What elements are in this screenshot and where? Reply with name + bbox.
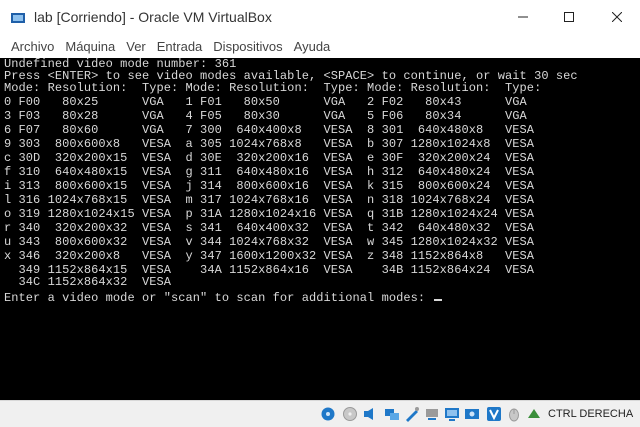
mouse-integration-icon[interactable] bbox=[506, 406, 522, 422]
audio-icon[interactable] bbox=[362, 406, 378, 422]
close-button[interactable] bbox=[594, 0, 640, 34]
console-line: i 313 800x600x15 VESA j 314 800x600x16 V… bbox=[4, 179, 535, 193]
menu-bar: Archivo Máquina Ver Entrada Dispositivos… bbox=[0, 34, 640, 58]
close-icon bbox=[612, 12, 622, 22]
console-line: 34C 1152x864x32 VESA bbox=[4, 275, 172, 289]
menu-maquina[interactable]: Máquina bbox=[65, 39, 115, 54]
console-line: o 319 1280x1024x15 VESA p 31A 1280x1024x… bbox=[4, 207, 535, 221]
maximize-icon bbox=[564, 12, 574, 22]
status-bar: CTRL DERECHA bbox=[0, 400, 640, 427]
menu-dispositivos[interactable]: Dispositivos bbox=[213, 39, 282, 54]
menu-entrada[interactable]: Entrada bbox=[157, 39, 203, 54]
network-icon[interactable] bbox=[384, 406, 400, 422]
host-key-label: CTRL DERECHA bbox=[548, 408, 634, 420]
maximize-button[interactable] bbox=[546, 0, 592, 34]
usb-disk-icon[interactable] bbox=[320, 406, 336, 422]
shared-folders-icon[interactable] bbox=[404, 406, 420, 422]
menu-ayuda[interactable]: Ayuda bbox=[294, 39, 331, 54]
console-line: u 343 800x600x32 VESA v 344 1024x768x32 … bbox=[4, 235, 535, 249]
console-line: c 30D 320x200x15 VESA d 30E 320x200x16 V… bbox=[4, 151, 535, 165]
recording-icon[interactable] bbox=[464, 406, 480, 422]
usb-icon[interactable] bbox=[424, 406, 440, 422]
optical-drive-icon[interactable] bbox=[342, 406, 358, 422]
console-line: f 310 640x480x15 VESA g 311 640x480x16 V… bbox=[4, 165, 535, 179]
console-line: 3 F03 80x28 VGA 4 F05 80x30 VGA 5 F06 80… bbox=[4, 109, 527, 123]
console-line: Mode: Resolution: Type: Mode: Resolution… bbox=[4, 81, 542, 95]
keyboard-icon[interactable] bbox=[526, 406, 542, 422]
display-icon[interactable] bbox=[444, 406, 460, 422]
console-line: 0 F00 80x25 VGA 1 F01 80x50 VGA 2 F02 80… bbox=[4, 95, 527, 109]
window-title: lab [Corriendo] - Oracle VM VirtualBox bbox=[34, 9, 272, 25]
minimize-button[interactable] bbox=[500, 0, 546, 34]
vt-x-icon[interactable] bbox=[486, 406, 502, 422]
console-prompt-text: Enter a video mode or "scan" to scan for… bbox=[4, 291, 433, 305]
console-line: r 340 320x200x32 VESA s 341 640x400x32 V… bbox=[4, 221, 535, 235]
menu-ver[interactable]: Ver bbox=[126, 39, 146, 54]
menu-archivo[interactable]: Archivo bbox=[11, 39, 54, 54]
title-bar: lab [Corriendo] - Oracle VM VirtualBox bbox=[0, 0, 640, 34]
vm-console-screen[interactable]: Undefined video mode number: 361 Press <… bbox=[0, 58, 640, 400]
virtualbox-app-icon bbox=[11, 13, 25, 23]
text-cursor bbox=[434, 299, 443, 301]
console-line: 9 303 800x600x8 VESA a 305 1024x768x8 VE… bbox=[4, 137, 535, 151]
console-line: x 346 320x200x8 VESA y 347 1600x1200x32 … bbox=[4, 249, 535, 263]
console-line: 6 F07 80x60 VGA 7 300 640x400x8 VESA 8 3… bbox=[4, 123, 535, 137]
console-prompt-line: Enter a video mode or "scan" to scan for… bbox=[4, 291, 443, 305]
minimize-icon bbox=[518, 16, 528, 18]
console-line: l 316 1024x768x15 VESA m 317 1024x768x16… bbox=[4, 193, 535, 207]
